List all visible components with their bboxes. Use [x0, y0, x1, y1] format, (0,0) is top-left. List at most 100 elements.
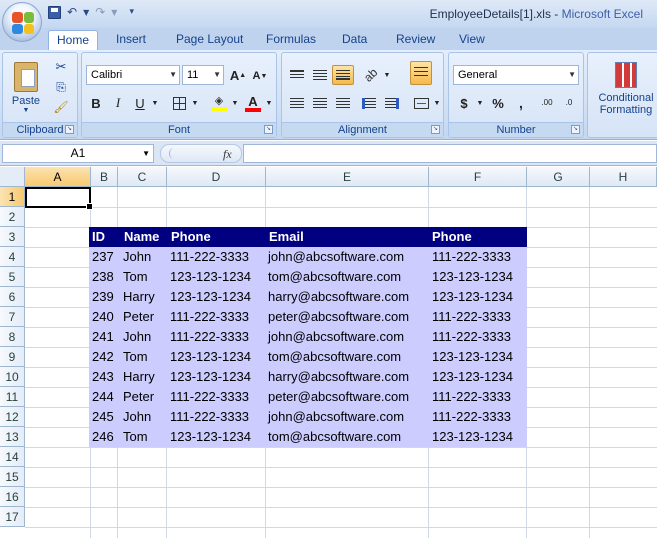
bottom-align-button[interactable] — [332, 65, 354, 85]
row-header-15[interactable]: 15 — [0, 467, 25, 487]
paste-button[interactable]: Paste ▼ — [7, 57, 45, 119]
row-header-16[interactable]: 16 — [0, 487, 25, 507]
cell-email[interactable]: john@abcsoftware.com — [268, 327, 404, 347]
align-center-button[interactable] — [309, 93, 331, 113]
cell-email[interactable]: tom@abcsoftware.com — [268, 427, 401, 447]
tab-review[interactable]: Review — [388, 30, 443, 50]
align-right-button[interactable] — [332, 93, 354, 113]
cell-phone-2[interactable]: 111-222-3333 — [432, 407, 511, 427]
borders-button[interactable] — [168, 93, 190, 113]
row-header-9[interactable]: 9 — [0, 347, 25, 367]
conditional-formatting-button[interactable]: Conditional Formatting — [590, 57, 657, 121]
cell-id[interactable]: 245 — [92, 407, 114, 427]
cell-email[interactable]: tom@abcsoftware.com — [268, 347, 401, 367]
cell-phone[interactable]: 111-222-3333 — [170, 407, 249, 427]
row-header-17[interactable]: 17 — [0, 507, 25, 527]
cell-name[interactable]: Harry — [123, 287, 155, 307]
column-header-f[interactable]: F — [429, 167, 527, 187]
office-button[interactable] — [2, 2, 42, 42]
font-size-combo[interactable]: 11 ▼ — [182, 65, 224, 85]
cell-phone-2[interactable]: 111-222-3333 — [432, 247, 511, 267]
cell-phone-2[interactable]: 123-123-1234 — [432, 287, 513, 307]
cell-email[interactable]: tom@abcsoftware.com — [268, 267, 401, 287]
row-header-6[interactable]: 6 — [0, 287, 25, 307]
cell-name[interactable]: Peter — [123, 387, 154, 407]
merge-center-button[interactable] — [410, 93, 432, 113]
cell-id[interactable]: 237 — [92, 247, 114, 267]
fill-color-button[interactable]: ◈ — [208, 93, 230, 113]
active-cell-a1[interactable] — [25, 187, 93, 210]
cell-name[interactable]: John — [123, 407, 151, 427]
cell-name[interactable]: Tom — [123, 427, 148, 447]
row-header-1[interactable]: 1 — [0, 187, 25, 207]
cell-phone-2[interactable]: 123-123-1234 — [432, 367, 513, 387]
alignment-launcher-icon[interactable]: ↘ — [431, 125, 440, 134]
font-size-dropdown-icon[interactable]: ▼ — [213, 66, 221, 84]
worksheet-grid[interactable]: A B C D E F G H 1 2 3 4 5 6 7 8 9 10 11 … — [0, 167, 657, 538]
header-cell-email[interactable]: Email — [269, 227, 304, 247]
cell-phone[interactable]: 123-123-1234 — [170, 267, 251, 287]
cell-email[interactable]: peter@abcsoftware.com — [268, 307, 409, 327]
row-header-2[interactable]: 2 — [0, 207, 25, 227]
cell-name[interactable]: John — [123, 327, 151, 347]
row-header-11[interactable]: 11 — [0, 387, 25, 407]
cell-phone-2[interactable]: 123-123-1234 — [432, 427, 513, 447]
borders-dropdown-icon[interactable]: ▼ — [190, 93, 200, 113]
column-header-c[interactable]: C — [118, 167, 167, 187]
comma-button[interactable]: , — [511, 93, 531, 113]
cell-name[interactable]: John — [123, 247, 151, 267]
row-header-8[interactable]: 8 — [0, 327, 25, 347]
row-header-13[interactable]: 13 — [0, 427, 25, 447]
select-all-corner[interactable] — [0, 167, 25, 187]
header-cell-id[interactable]: ID — [92, 227, 105, 247]
decrease-indent-button[interactable] — [358, 93, 380, 113]
header-cell-name[interactable]: Name — [124, 227, 159, 247]
row-header-7[interactable]: 7 — [0, 307, 25, 327]
shrink-font-button[interactable]: A ▼ — [250, 66, 270, 86]
format-painter-icon[interactable]: 🖌 — [51, 98, 71, 116]
cell-name[interactable]: Harry — [123, 367, 155, 387]
cell-name[interactable]: Tom — [123, 347, 148, 367]
cell-phone[interactable]: 111-222-3333 — [170, 247, 249, 267]
tab-data[interactable]: Data — [334, 30, 375, 50]
tab-page-layout[interactable]: Page Layout — [168, 30, 251, 50]
underline-dropdown-icon[interactable]: ▼ — [150, 93, 160, 113]
clipboard-launcher-icon[interactable]: ↘ — [65, 125, 74, 134]
cell-email[interactable]: john@abcsoftware.com — [268, 407, 404, 427]
cell-phone-2[interactable]: 111-222-3333 — [432, 327, 511, 347]
formula-bar-handle-icon[interactable] — [169, 148, 179, 159]
cell-id[interactable]: 240 — [92, 307, 114, 327]
decrease-decimal-button[interactable]: .0 — [559, 93, 579, 113]
fill-color-dropdown-icon[interactable]: ▼ — [230, 93, 240, 113]
cell-phone[interactable]: 123-123-1234 — [170, 367, 251, 387]
tab-view[interactable]: View — [451, 30, 493, 50]
percent-button[interactable]: % — [487, 93, 509, 113]
underline-button[interactable]: U — [130, 93, 150, 113]
tab-insert[interactable]: Insert — [108, 30, 154, 50]
column-header-g[interactable]: G — [527, 167, 590, 187]
cell-phone-2[interactable]: 123-123-1234 — [432, 347, 513, 367]
formula-input[interactable] — [243, 144, 657, 163]
font-name-dropdown-icon[interactable]: ▼ — [169, 66, 177, 84]
header-cell-phone[interactable]: Phone — [171, 227, 211, 247]
currency-dropdown-icon[interactable]: ▼ — [475, 93, 485, 113]
cell-phone-2[interactable]: 111-222-3333 — [432, 307, 511, 327]
column-header-d[interactable]: D — [167, 167, 266, 187]
font-color-button[interactable]: A — [242, 93, 264, 113]
cell-phone-2[interactable]: 123-123-1234 — [432, 267, 513, 287]
currency-button[interactable]: $ — [453, 93, 475, 113]
middle-align-button[interactable] — [309, 65, 331, 85]
number-launcher-icon[interactable]: ↘ — [571, 125, 580, 134]
top-align-button[interactable] — [286, 65, 308, 85]
cell-email[interactable]: john@abcsoftware.com — [268, 247, 404, 267]
orientation-button[interactable]: ab — [360, 65, 382, 85]
name-box-dropdown-icon[interactable]: ▼ — [142, 145, 150, 162]
font-color-dropdown-icon[interactable]: ▼ — [264, 93, 274, 113]
cell-phone[interactable]: 123-123-1234 — [170, 427, 251, 447]
column-header-a[interactable]: A — [25, 167, 91, 187]
tab-home[interactable]: Home — [48, 30, 99, 50]
cell-email[interactable]: peter@abcsoftware.com — [268, 387, 409, 407]
merge-center-dropdown-icon[interactable]: ▼ — [432, 93, 442, 113]
cell-phone[interactable]: 111-222-3333 — [170, 387, 249, 407]
cell-email[interactable]: harry@abcsoftware.com — [268, 287, 409, 307]
